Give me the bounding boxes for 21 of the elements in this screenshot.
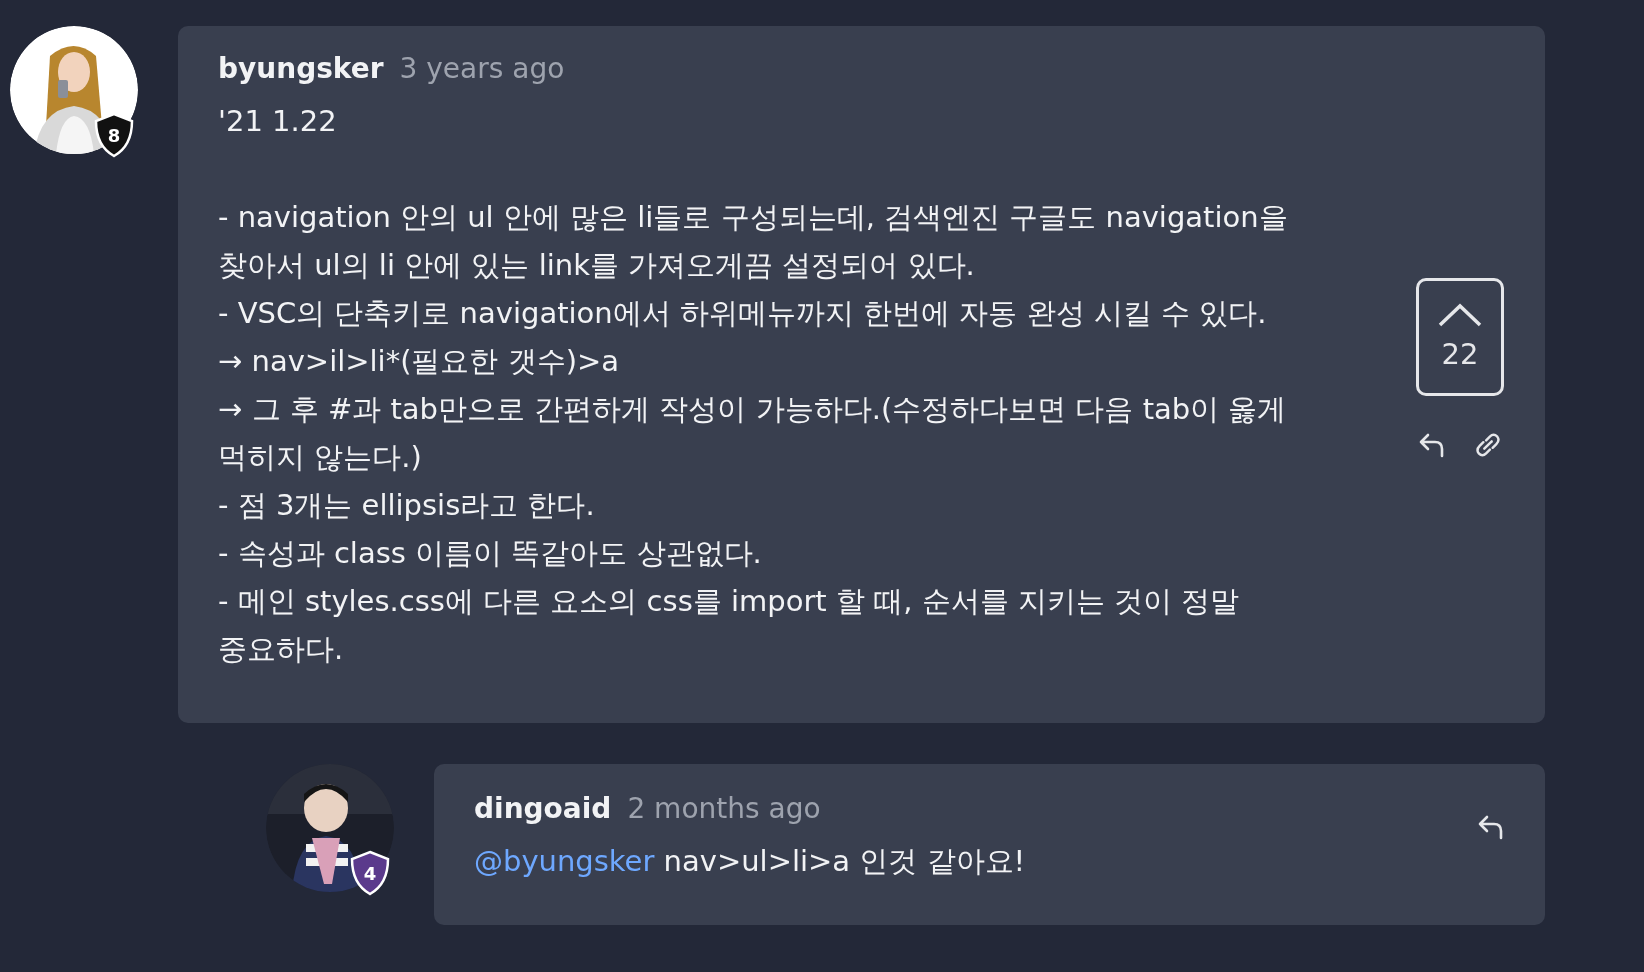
comment-text: - navigation 안의 ul 안에 많은 li들로 구성되는데, 검색엔진 구글도 navigation을 찾아서 ul의 li 안에 있는 link를 가져오게끔 설정되어 있다.	[218, 199, 1289, 284]
level-badge: 8	[94, 112, 134, 158]
reply-icon[interactable]	[1418, 432, 1446, 458]
reply-text: @byungsker nav>ul>li>a 인것 같아요!	[474, 843, 1027, 880]
reply-icon[interactable]	[1477, 814, 1505, 840]
chevron-up-icon	[1438, 303, 1482, 327]
timestamp: 2 months ago	[627, 792, 821, 825]
upvote-button[interactable]: 22	[1416, 278, 1504, 396]
comment-text: - 점 3개는 ellipsis라고 한다.	[218, 487, 596, 524]
level-badge: 4	[350, 850, 390, 896]
comment-text: → nav>il>li*(필요한 갯수)>a	[218, 343, 621, 380]
comment-text: - VSC의 단축키로 navigation에서 하위메뉴까지 한번에 자동 완성 시킬 수 있다.	[218, 295, 1268, 332]
comment-text: '21 1.22	[218, 103, 338, 140]
comment-text: → 그 후 #과 tab만으로 간편하게 작성이 가능하다.(수정하다보면 다음 tab이 옳게 먹히지 않는다.)	[218, 391, 1288, 476]
comment-text: - 메인 styles.css에 다른 요소의 css를 import 할 때, 순서를 지키는 것이 정말 중요하다.	[218, 583, 1241, 668]
username[interactable]: byungsker	[218, 52, 384, 85]
comment-text: - 속성과 class 이름이 똑같아도 상관없다.	[218, 535, 763, 572]
mention-link[interactable]: @byungsker	[474, 844, 655, 878]
link-icon[interactable]	[1474, 432, 1502, 458]
timestamp: 3 years ago	[399, 52, 565, 85]
username[interactable]: dingoaid	[474, 792, 612, 825]
